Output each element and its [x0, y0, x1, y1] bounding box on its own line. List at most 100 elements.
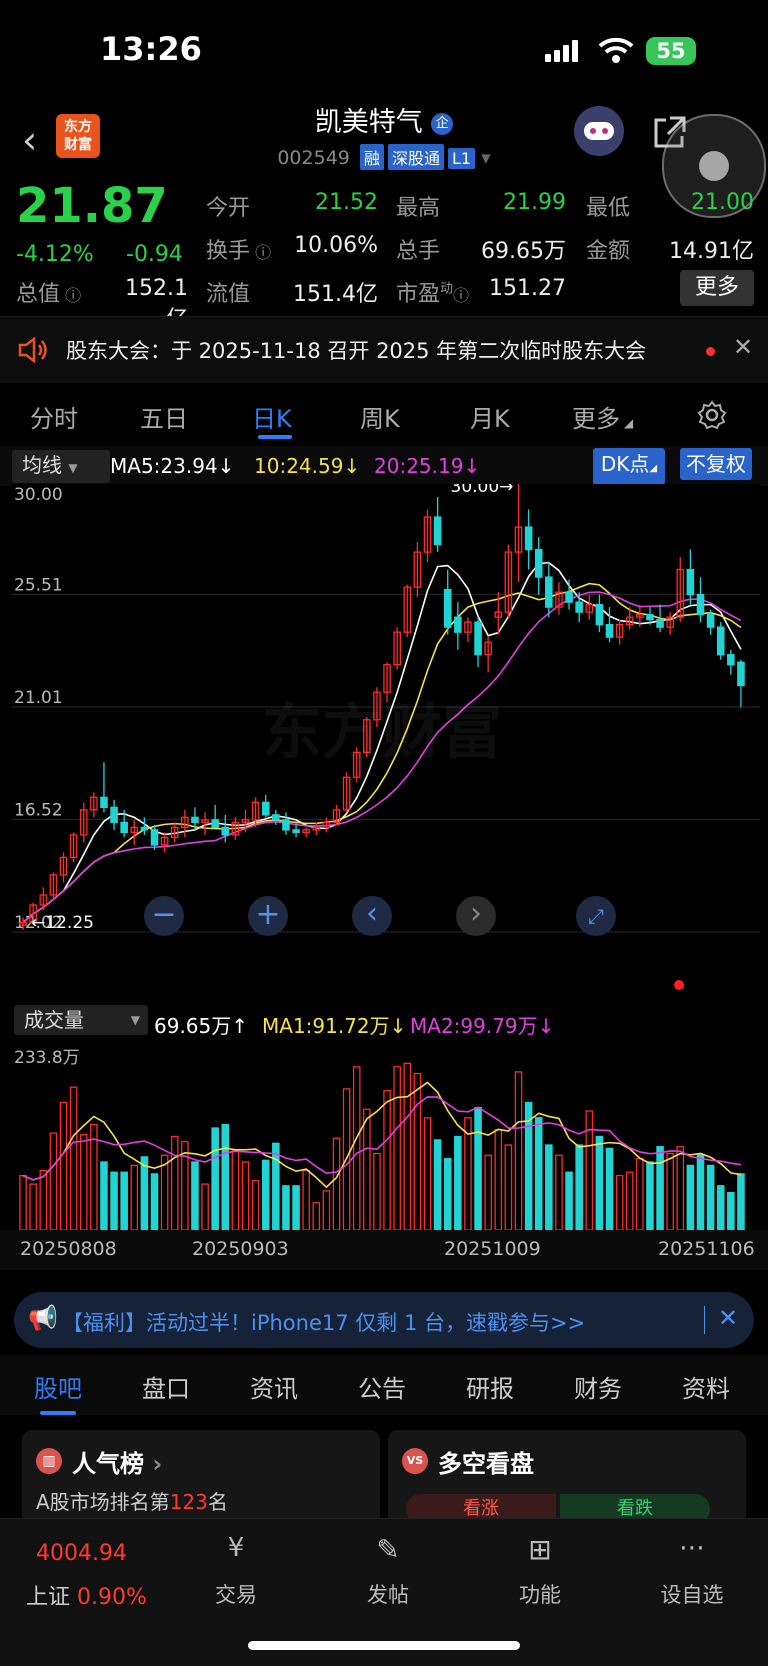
info-icon[interactable]: ⓘ [453, 286, 469, 305]
candle-body [575, 601, 583, 613]
scroll-left-button[interactable]: ‹ [352, 896, 392, 936]
volume-bar [454, 1135, 462, 1231]
battery-indicator: 55 [646, 37, 696, 65]
status-time: 13:26 [100, 30, 202, 68]
candle-body [282, 819, 290, 831]
candle-body [150, 829, 159, 846]
volume-bar [727, 1191, 735, 1231]
chevron-down-icon[interactable]: ▾ [481, 147, 491, 169]
volume-bar [59, 1101, 68, 1231]
more-button[interactable]: 更多 [680, 270, 754, 306]
pe-label: 市盈动ⓘ [396, 281, 470, 307]
tab-profile[interactable]: 资料 [682, 1369, 730, 1404]
info-icon[interactable]: ⓘ [60, 286, 81, 305]
candle-body [120, 821, 128, 834]
tab-weekly-k[interactable]: 周K [360, 399, 400, 434]
settings-gear-icon[interactable] [696, 399, 728, 431]
live-dot [674, 980, 684, 990]
candle-body [696, 593, 705, 616]
volume-max-label: 233.8万 [14, 1048, 80, 1068]
volume-bar [120, 1171, 128, 1231]
popularity-card[interactable]: ▥ 人气榜 › A股市场排名第123名 [22, 1430, 380, 1530]
candle-body [110, 806, 118, 824]
volume-bar [565, 1171, 573, 1231]
tab-monthly-k[interactable]: 月K [470, 399, 510, 434]
tab-guba[interactable]: 股吧 [34, 1369, 82, 1404]
tab-finance[interactable]: 财务 [574, 1369, 622, 1404]
ma5-value: MA5:23.94↓ [110, 454, 235, 478]
volume-bar [696, 1154, 705, 1231]
volume-bar [545, 1144, 553, 1231]
zoom-in-button[interactable]: + [248, 896, 288, 936]
tab-more[interactable]: 更多 ◢ [572, 399, 633, 434]
volume-chart[interactable]: 233.8万 [12, 1045, 760, 1231]
volume-bar [29, 1183, 37, 1231]
volume-bar [595, 1135, 604, 1231]
y-tick-label: 21.01 [14, 688, 63, 708]
amount-value: 14.91亿 [669, 239, 754, 264]
nav-trade[interactable]: 交易 [181, 1579, 291, 1609]
candle-body [646, 613, 654, 621]
volume-bar [413, 1072, 422, 1231]
candle-body [565, 591, 573, 603]
indicator-select[interactable]: 均线 ▼ [12, 450, 110, 483]
nav-functions[interactable]: 功能 [485, 1579, 595, 1609]
turnover-label: 换手 ⓘ [206, 239, 272, 264]
megaphone-icon: 📢 [28, 1304, 58, 1332]
volume-bar [79, 1134, 88, 1231]
bull-bear-title: 多空看盘 [438, 1450, 534, 1478]
scroll-right-button[interactable]: › [456, 896, 496, 936]
close-icon[interactable]: ✕ [718, 1304, 738, 1332]
low-label: 最低 [586, 196, 631, 221]
fullscreen-icon[interactable]: ⤢ [576, 896, 616, 936]
stock-code: 002549 [277, 147, 350, 169]
nav-post[interactable]: 发帖 [333, 1579, 443, 1609]
tab-announcement[interactable]: 公告 [358, 1369, 406, 1404]
tab-research[interactable]: 研报 [466, 1369, 514, 1404]
tab-news[interactable]: 资讯 [250, 1369, 298, 1404]
date-label: 20250903 [192, 1238, 289, 1260]
pe-value: 151.27 [489, 276, 566, 301]
ma20-value: 20:25.19↓ [374, 454, 481, 478]
tab-daily-k[interactable]: 日K [252, 399, 292, 434]
kline-chart[interactable]: 30.00 25.51 21.01 16.52 12.02 30.00→ ←12.25 东方… [12, 477, 760, 1004]
volume-bar [676, 1146, 685, 1231]
unread-dot [706, 347, 715, 356]
divider [704, 1306, 705, 1334]
volume-bar [474, 1106, 482, 1231]
volume-bar [251, 1180, 260, 1231]
more-dots-icon: ⋯ [679, 1533, 705, 1563]
volume-bar [534, 1117, 543, 1231]
index-value[interactable]: 4004.94 [36, 1541, 127, 1566]
close-icon[interactable]: ✕ [733, 333, 753, 361]
volume-bar [646, 1161, 654, 1231]
notice-bar[interactable]: 股东大会：于 2025-11-18 召开 2025 年第二次临时股东大会 ✕ [0, 316, 768, 384]
tab-minute[interactable]: 分时 [30, 399, 78, 434]
candle-body [716, 626, 725, 656]
volume-bar [423, 1117, 432, 1231]
dk-point-button[interactable]: DK点◢ [593, 448, 665, 485]
volume-bar [393, 1066, 401, 1231]
volume-bar [191, 1161, 199, 1231]
promo-banner[interactable]: 📢 【福利】活动过半！iPhone17 仅剩 1 台，速戳参与>> ✕ [14, 1292, 754, 1348]
volume-bar [160, 1154, 169, 1231]
robot-avatar-icon[interactable] [574, 106, 624, 156]
candle-body [272, 814, 280, 821]
volume-bar [514, 1071, 523, 1231]
volume-bar [363, 1108, 371, 1231]
kline-indicator-bar: 均线 ▼ MA5:23.94↓ 10:24.59↓ 20:25.19↓ DK点◢… [0, 446, 768, 486]
volume-value: 69.65万 [481, 239, 566, 264]
volume-select[interactable]: 成交量 ▼ [14, 1005, 148, 1035]
tab-pankou[interactable]: 盘口 [142, 1369, 190, 1404]
high-value: 21.99 [503, 190, 566, 215]
zoom-out-button[interactable]: − [144, 896, 184, 936]
watermark-logo: 东方财富 [262, 698, 502, 768]
candle-body [545, 576, 553, 608]
ma10-value: 10:24.59↓ [254, 454, 361, 478]
tab-five-day[interactable]: 五日 [140, 399, 188, 434]
nav-add-watchlist[interactable]: 设自选 [637, 1579, 747, 1609]
bull-bear-card[interactable]: VS 多空看盘 看涨 看跌 [388, 1430, 746, 1530]
info-icon[interactable]: ⓘ [250, 243, 271, 262]
total-value-label: 总值 ⓘ [16, 282, 82, 307]
no-adjust-button[interactable]: 不复权 [680, 448, 752, 480]
